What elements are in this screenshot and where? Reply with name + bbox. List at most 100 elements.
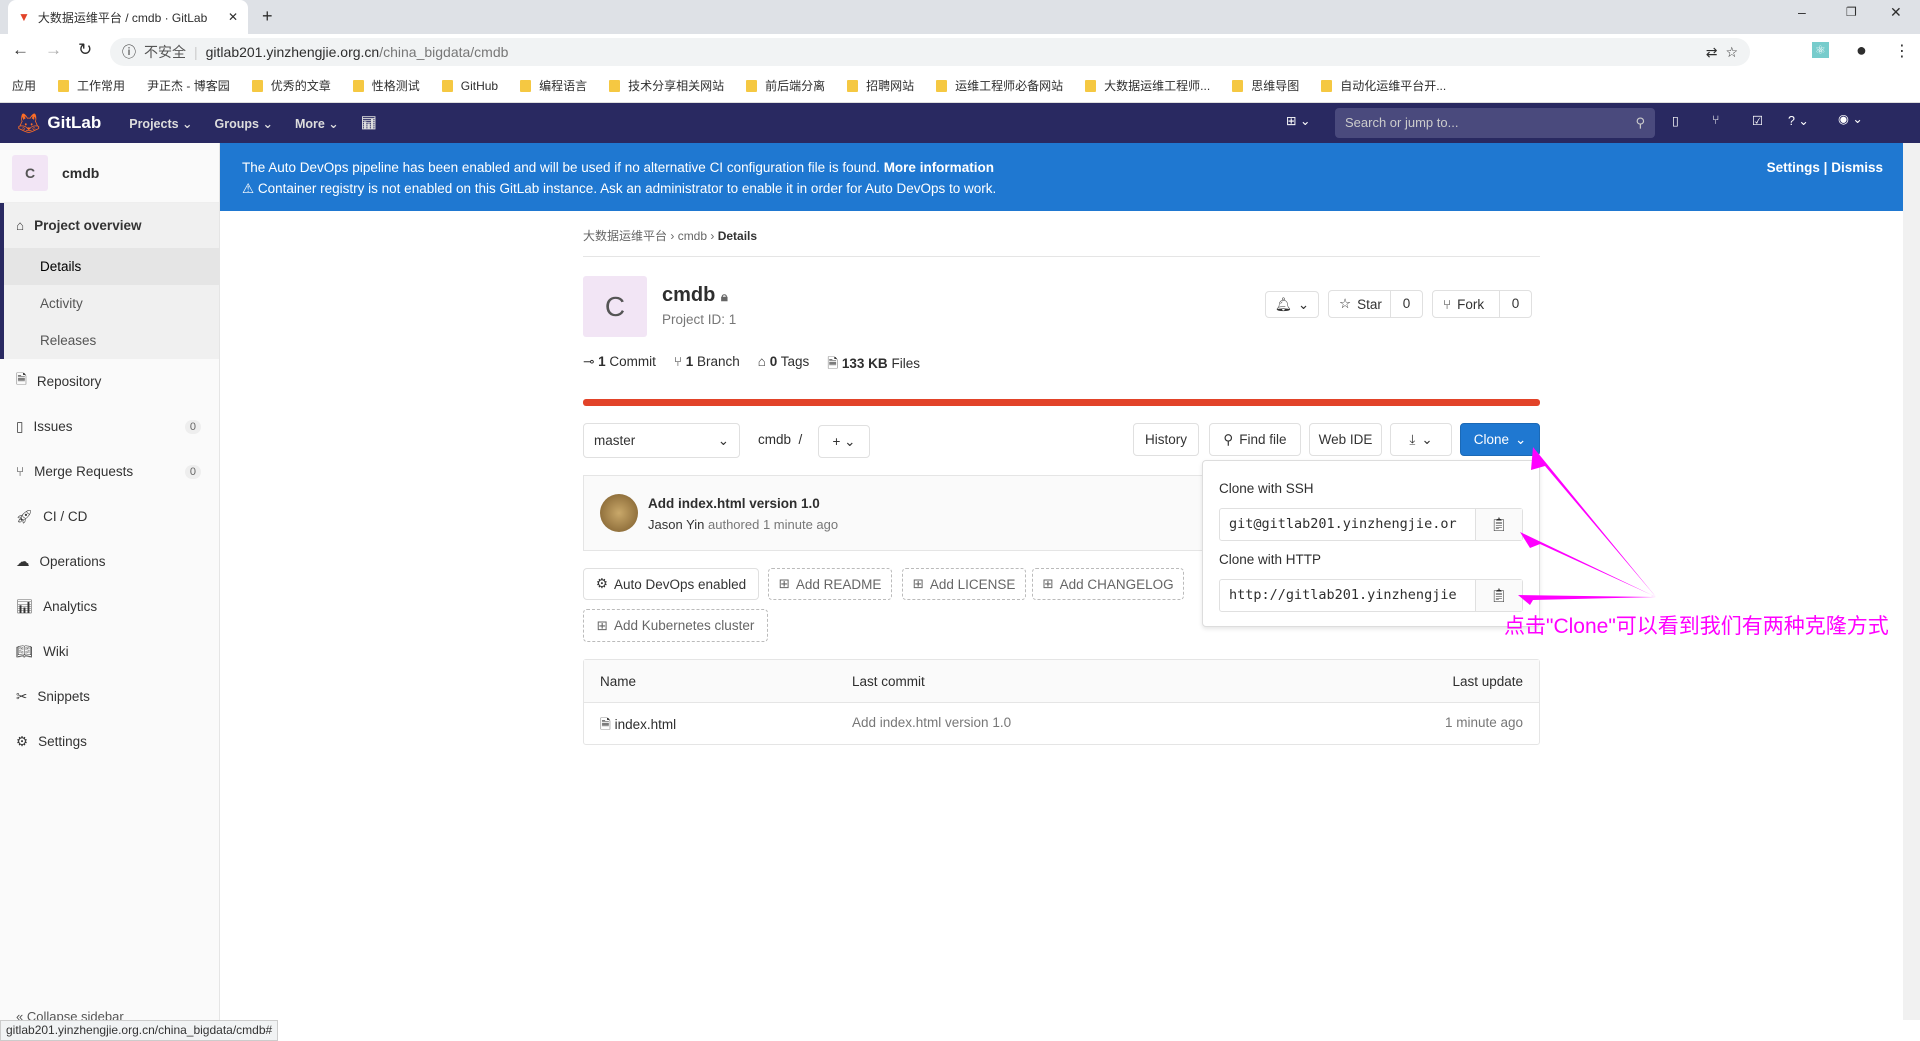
last-commit-box: Add index.html version 1.0 Jason Yin aut…: [583, 475, 1203, 551]
sidebar-project[interactable]: Ccmdb: [0, 143, 219, 203]
web-ide-button[interactable]: Web IDE: [1309, 423, 1382, 456]
sidebar-item-releases[interactable]: Releases: [4, 322, 219, 359]
search-input[interactable]: Search or jump to... ⚲: [1335, 108, 1655, 138]
http-url-field[interactable]: http://gitlab201.yinzhengjie 📋︎: [1219, 579, 1523, 612]
sidebar-item-repository[interactable]: 🗎︎ Repository: [0, 359, 219, 404]
bookmark-item[interactable]: 工作常用: [58, 77, 125, 94]
nav-more[interactable]: More ⌄: [295, 116, 339, 131]
download-dropdown[interactable]: ⤓ ⌄: [1390, 423, 1452, 456]
path-link[interactable]: cmdb: [758, 432, 791, 447]
bookmark-item[interactable]: 应用: [12, 77, 36, 94]
bookmark-item[interactable]: 大数据运维工程师...: [1085, 77, 1210, 94]
commit-title[interactable]: Add index.html version 1.0: [648, 496, 820, 511]
bookmark-item[interactable]: 运维工程师必备网站: [936, 77, 1063, 94]
banner-settings-link[interactable]: Settings: [1767, 160, 1820, 175]
add-license-button[interactable]: ⊞ Add LICENSE: [902, 568, 1026, 600]
close-window-icon[interactable]: ✕: [1890, 4, 1902, 21]
sidebar-item-operations[interactable]: ☁︎ Operations: [0, 539, 219, 584]
sidebar-item-activity[interactable]: Activity: [4, 285, 219, 322]
sidebar-item-merge-requests[interactable]: ⑂ Merge Requests 0: [0, 449, 219, 494]
close-tab-icon[interactable]: ✕: [228, 10, 238, 24]
find-file-button[interactable]: ⚲ Find file: [1209, 423, 1301, 456]
status-bar-url: gitlab201.yinzhengjie.org.cn/china_bigda…: [0, 1020, 279, 1041]
row-commit-link[interactable]: Add index.html version 1.0: [852, 715, 1011, 730]
help-icon[interactable]: ? ⌄: [1788, 113, 1809, 128]
nav-groups[interactable]: Groups ⌄: [215, 116, 273, 131]
sidebar-item-issues[interactable]: ▯ Issues 0: [0, 404, 219, 449]
table-row[interactable]: 🗎︎ index.html Add index.html version 1.0…: [584, 703, 1539, 745]
nav-projects[interactable]: Projects ⌄: [129, 116, 192, 131]
project-avatar: C: [12, 154, 48, 191]
sidebar-item-wiki[interactable]: 📖︎ Wiki: [0, 629, 219, 674]
project-avatar-large: C: [583, 276, 647, 337]
activity-chart-icon[interactable]: 📊︎: [361, 116, 377, 131]
menu-icon[interactable]: ⋮: [1894, 41, 1910, 61]
sidebar-item-details[interactable]: Details: [4, 248, 219, 285]
reload-icon[interactable]: ↻: [78, 40, 92, 60]
minimize-icon[interactable]: –: [1798, 4, 1806, 20]
profile-icon[interactable]: ●: [1856, 40, 1867, 61]
sidebar-item-analytics[interactable]: 📊︎ Analytics: [0, 584, 219, 629]
sidebar-item-snippets[interactable]: ✂ Snippets: [0, 674, 219, 719]
banner-dismiss-link[interactable]: Dismiss: [1831, 160, 1883, 175]
add-readme-button[interactable]: ⊞ Add README: [768, 568, 892, 600]
add-dropdown[interactable]: + ⌄: [818, 425, 870, 458]
bookmark-star-icon[interactable]: ☆: [1725, 44, 1738, 61]
bookmark-item[interactable]: 思维导图: [1232, 77, 1299, 94]
add-kubernetes-button[interactable]: ⊞ Add Kubernetes cluster: [583, 609, 768, 642]
sidebar-icon: 🗎︎: [16, 372, 27, 387]
translate-icon[interactable]: ⇄: [1706, 44, 1718, 61]
notification-dropdown[interactable]: 🔔︎ ⌄: [1265, 291, 1319, 318]
breadcrumb-group[interactable]: 大数据运维平台: [583, 229, 667, 243]
copy-ssh-icon[interactable]: 📋︎: [1475, 509, 1522, 540]
bookmark-item[interactable]: 优秀的文章: [252, 77, 331, 94]
more-information-link[interactable]: More information: [884, 160, 994, 175]
bookmark-item[interactable]: 编程语言: [520, 77, 587, 94]
bookmark-item[interactable]: GitHub: [442, 79, 498, 93]
issues-icon[interactable]: ▯: [1672, 113, 1679, 128]
auto-devops-button[interactable]: ⚙ Auto DevOps enabled: [583, 568, 759, 600]
copy-http-icon[interactable]: 📋︎: [1475, 580, 1522, 611]
todos-icon[interactable]: ☑: [1752, 113, 1763, 128]
commit-author[interactable]: Jason Yin: [648, 517, 704, 532]
stat-branch[interactable]: ⑂ 1 Branch: [674, 354, 740, 377]
history-button[interactable]: History: [1133, 423, 1199, 456]
breadcrumb-details[interactable]: Details: [718, 229, 757, 243]
stat-tags[interactable]: ⌂ 0 Tags: [758, 354, 809, 377]
url-input[interactable]: ⓘ 不安全 | gitlab201.yinzhengjie.org.cn/chi…: [110, 38, 1750, 66]
stat-files[interactable]: 🗎︎ 133 KB Files: [827, 354, 920, 377]
gitlab-logo-icon[interactable]: 🦊︎: [16, 111, 41, 136]
bookmark-item[interactable]: 自动化运维平台开...: [1321, 77, 1446, 94]
ssh-url-field[interactable]: git@gitlab201.yinzhengjie.or 📋︎: [1219, 508, 1523, 541]
new-tab-icon[interactable]: +: [262, 6, 273, 27]
fork-button[interactable]: ⑂ Fork 0: [1432, 290, 1532, 318]
brand[interactable]: GitLab: [47, 113, 101, 133]
restore-icon[interactable]: ❐: [1846, 5, 1857, 19]
star-button[interactable]: ☆ Star 0: [1328, 290, 1423, 318]
bookmark-item[interactable]: 技术分享相关网站: [609, 77, 724, 94]
scrollbar[interactable]: [1903, 143, 1920, 1020]
sidebar-item-settings[interactable]: ⚙ Settings: [0, 719, 219, 764]
stat-commit[interactable]: ⊸ 1 Commit: [583, 354, 656, 377]
user-avatar[interactable]: ◉ ⌄: [1838, 111, 1863, 126]
count-badge: 0: [184, 464, 201, 479]
fork-icon: ⑂: [1443, 296, 1452, 312]
add-changelog-button[interactable]: ⊞ Add CHANGELOG: [1032, 568, 1184, 600]
bookmark-item[interactable]: 前后端分离: [746, 77, 825, 94]
merge-requests-icon[interactable]: ⑂: [1712, 113, 1720, 127]
file-link[interactable]: 🗎︎ index.html: [600, 715, 676, 738]
back-icon[interactable]: ←: [12, 40, 29, 60]
extension-icon[interactable]: ⚛: [1812, 42, 1829, 58]
clone-button[interactable]: Clone ⌄: [1460, 423, 1540, 456]
sidebar-item-project-overview[interactable]: ⌂ Project overview: [0, 203, 219, 248]
bookmark-item[interactable]: 尹正杰 - 博客园: [147, 77, 230, 94]
breadcrumb-project[interactable]: cmdb: [678, 229, 707, 243]
sidebar-item-ci-cd[interactable]: 🚀︎ CI / CD: [0, 494, 219, 539]
bookmark-item[interactable]: 招聘网站: [847, 77, 914, 94]
branch-select[interactable]: master ⌄: [583, 423, 740, 458]
browser-tab[interactable]: ▼ 大数据运维平台 / cmdb · GitLab ✕: [8, 0, 248, 34]
forward-icon[interactable]: →: [45, 40, 62, 60]
stat-icon: ⌂: [757, 354, 766, 369]
new-item-icon[interactable]: ⊞ ⌄: [1286, 113, 1310, 128]
bookmark-item[interactable]: 性格测试: [353, 77, 420, 94]
